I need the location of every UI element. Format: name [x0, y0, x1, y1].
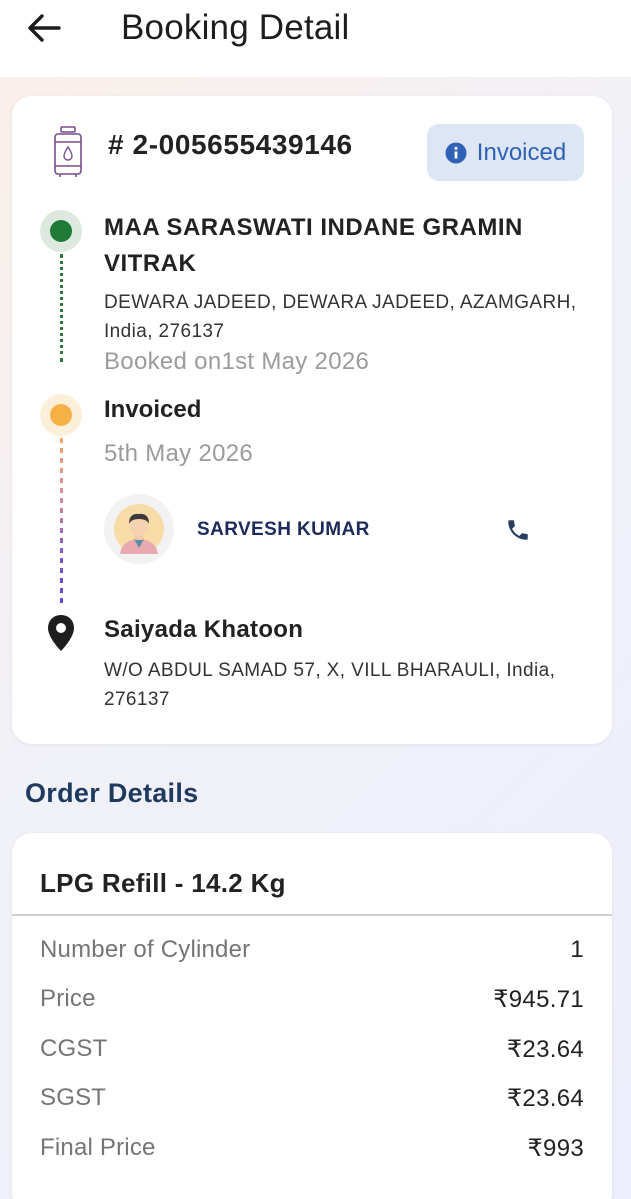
product-title: LPG Refill - 14.2 Kg — [40, 868, 286, 898]
app-bar: Booking Detail — [0, 0, 631, 77]
order-row-label: Final Price — [40, 1134, 156, 1161]
distributor-timeline-dot — [40, 210, 82, 252]
customer-address: W/O ABDUL SAMAD 57, X, VILL BHARAULI, In… — [104, 660, 556, 710]
status-label: Invoiced — [476, 138, 567, 166]
invoice-timeline-dot — [40, 394, 82, 436]
person-avatar-icon — [114, 504, 164, 554]
back-button[interactable] — [22, 8, 66, 48]
order-row-value: ₹993 — [527, 1134, 584, 1162]
order-row-label: Number of Cylinder — [40, 936, 251, 963]
order-row-value: ₹23.64 — [506, 1035, 584, 1063]
order-row: Price ₹945.71 — [40, 984, 584, 1014]
invoice-date: 5th May 2026 — [104, 440, 254, 467]
order-row-label: CGST — [40, 1035, 108, 1062]
location-pin-icon — [48, 615, 74, 651]
order-row: SGST ₹23.64 — [40, 1083, 584, 1113]
booking-number: # 2-005655439146 — [108, 129, 353, 160]
phone-icon — [508, 520, 528, 540]
delivery-agent-name: SARVESH KUMAR — [197, 519, 370, 540]
avatar — [104, 494, 174, 564]
order-row-value: ₹945.71 — [493, 985, 584, 1013]
order-row-value: ₹23.64 — [506, 1084, 584, 1112]
distributor-name: MAA SARASWATI INDANE GRAMIN VITRAK — [104, 214, 523, 277]
booked-on-date: Booked on1st May 2026 — [104, 348, 370, 375]
timeline-connector — [60, 254, 63, 362]
divider — [12, 914, 612, 916]
status-badge: Invoiced — [427, 124, 584, 181]
order-row: CGST ₹23.64 — [40, 1034, 584, 1064]
order-row: Number of Cylinder 1 — [40, 935, 584, 965]
distributor-address: DEWARA JADEED, DEWARA JADEED, AZAMGARH, … — [104, 292, 577, 342]
arrow-left-icon — [28, 14, 61, 42]
order-row-label: Price — [40, 985, 96, 1012]
order-row-label: SGST — [40, 1084, 107, 1111]
timeline-connector — [60, 438, 63, 606]
order-row: Final Price ₹993 — [40, 1133, 584, 1163]
invoice-status-label: Invoiced — [104, 396, 202, 423]
gas-cylinder-icon — [54, 126, 82, 177]
order-details-heading: Order Details — [25, 778, 199, 808]
customer-name: Saiyada Khatoon — [104, 616, 304, 643]
page-title: Booking Detail — [121, 8, 350, 47]
order-row-value: 1 — [570, 936, 584, 963]
booking-summary-card: # 2-005655439146 Invoiced MAA SARASWATI … — [12, 96, 612, 744]
order-details-card: LPG Refill - 14.2 Kg Number of Cylinder … — [12, 833, 612, 1199]
info-icon — [445, 142, 467, 163]
call-agent-button[interactable] — [500, 512, 536, 548]
